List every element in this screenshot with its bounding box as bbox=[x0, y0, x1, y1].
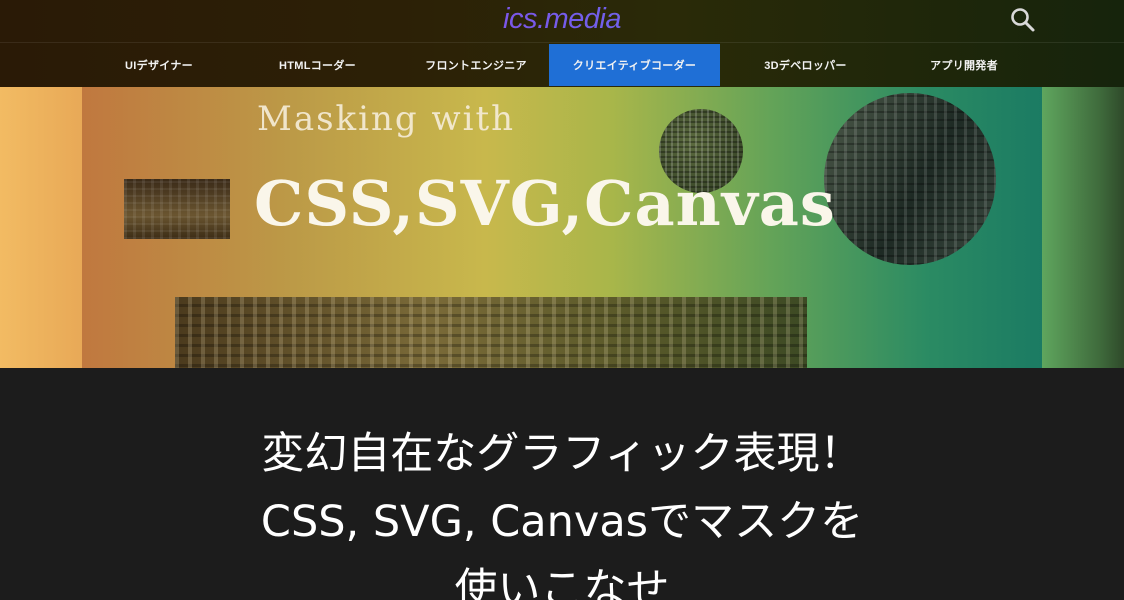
nav-item-ui-designer[interactable]: UIデザイナー bbox=[86, 44, 232, 86]
article-header: 変幻自在なグラフィック表現！ CSS, SVG, Canvasでマスクを 使いこ… bbox=[0, 368, 1124, 600]
article-title: 変幻自在なグラフィック表現！ CSS, SVG, Canvasでマスクを 使いこ… bbox=[0, 420, 1124, 600]
masked-city-circle-large bbox=[824, 93, 996, 265]
article-title-line3: 使いこなせ bbox=[454, 565, 670, 600]
nav-item-3d-developer[interactable]: 3Dデベロッパー bbox=[720, 44, 891, 86]
nav-item-creative-coder[interactable]: クリエイティブコーダー bbox=[549, 44, 720, 86]
hero-banner: Masking with CSS,SVG,Canvas bbox=[0, 87, 1124, 368]
nav-item-app-developer[interactable]: アプリ開発者 bbox=[891, 44, 1037, 86]
masked-city-rect-wide bbox=[175, 297, 807, 368]
article-title-line2: CSS, SVG, Canvasでマスクを bbox=[260, 497, 864, 547]
site-header: ics.media UIデザイナー HTMLコーダー フロントエンジニア クリエ… bbox=[0, 0, 1124, 87]
search-button[interactable] bbox=[1006, 4, 1040, 36]
hero-blur-right bbox=[1042, 87, 1124, 368]
site-logo[interactable]: ics.media bbox=[0, 3, 1124, 36]
search-icon bbox=[1011, 8, 1035, 32]
top-bar: ics.media bbox=[0, 0, 1124, 43]
nav-item-html-coder[interactable]: HTMLコーダー bbox=[232, 44, 403, 86]
hero-image: Masking with CSS,SVG,Canvas bbox=[82, 87, 1042, 368]
masked-city-rect-small bbox=[124, 179, 230, 239]
category-nav: UIデザイナー HTMLコーダー フロントエンジニア クリエイティブコーダー 3… bbox=[86, 44, 1038, 86]
hero-title-line2: CSS,SVG,Canvas bbox=[254, 167, 836, 240]
hero-blur-left bbox=[0, 87, 82, 368]
hero-title-line1: Masking with bbox=[257, 99, 516, 139]
nav-item-front-engineer[interactable]: フロントエンジニア bbox=[403, 44, 549, 86]
article-title-line1: 変幻自在なグラフィック表現！ bbox=[261, 429, 863, 479]
